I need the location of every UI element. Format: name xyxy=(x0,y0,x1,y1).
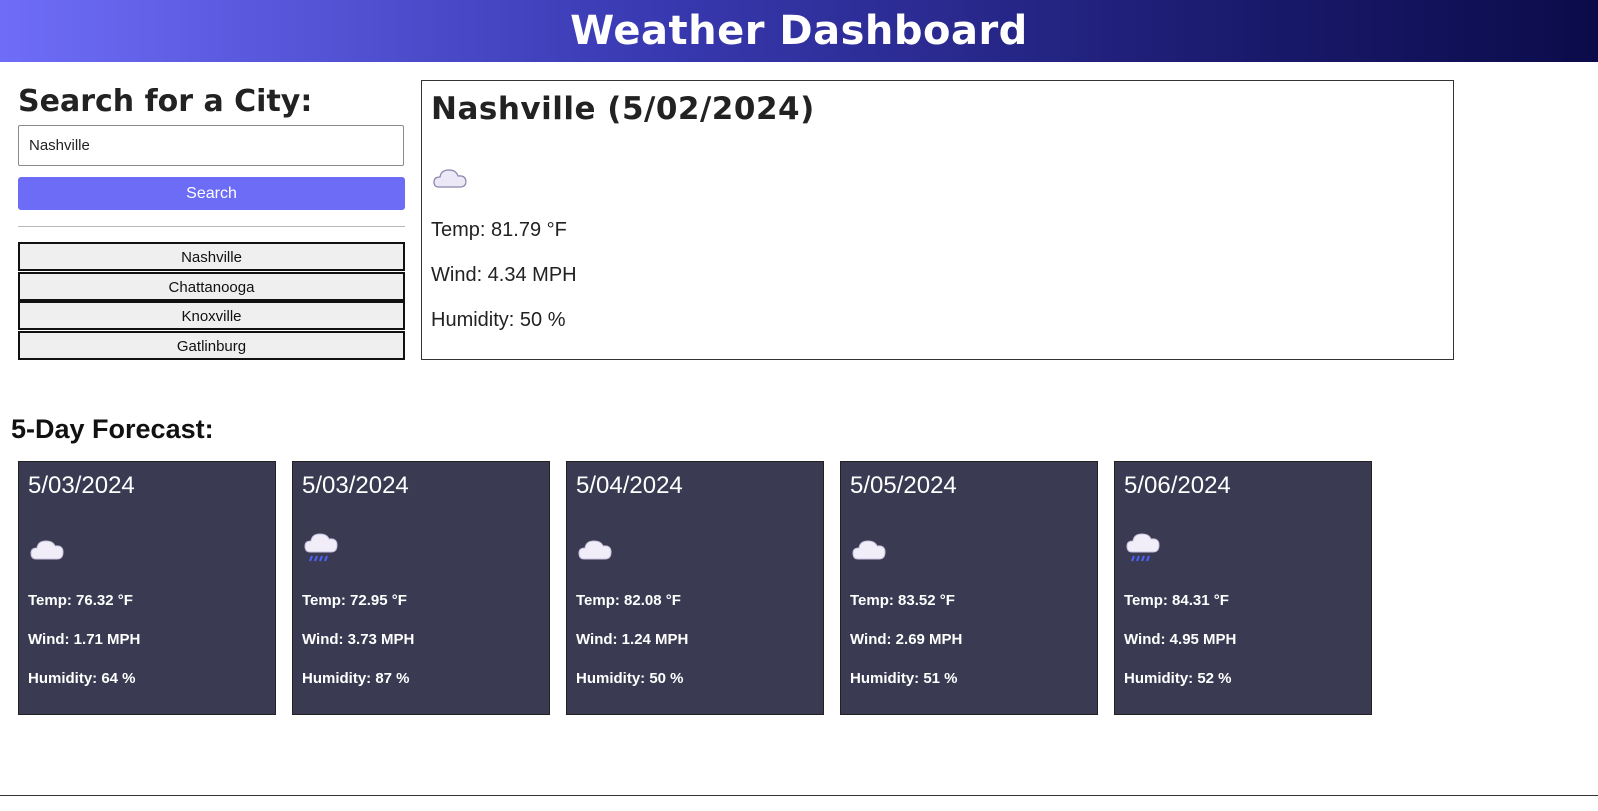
forecast-humidity: Humidity: 87 % xyxy=(302,670,410,687)
forecast-card: 5/06/2024 Temp: 84.31 °F Wind: 4.95 MPH … xyxy=(1114,461,1372,715)
divider xyxy=(18,226,405,227)
search-title: Search for a City: xyxy=(18,84,313,119)
forecast-date: 5/06/2024 xyxy=(1124,472,1231,499)
cloud-icon xyxy=(433,169,467,188)
forecast-card: 5/03/2024 Temp: 72.95 °F Wind: 3.73 MPH … xyxy=(292,461,550,715)
rain-cloud-icon xyxy=(304,533,338,562)
forecast-humidity: Humidity: 50 % xyxy=(576,670,684,687)
current-weather-panel: Nashville (5/02/2024) Temp: 81.79 °F Win… xyxy=(421,80,1454,360)
forecast-date: 5/03/2024 xyxy=(28,472,135,499)
app-header: Weather Dashboard xyxy=(0,0,1598,62)
forecast-date: 5/05/2024 xyxy=(850,472,957,499)
forecast-card: 5/03/2024 Temp: 76.32 °F Wind: 1.71 MPH … xyxy=(18,461,276,715)
city-search-input[interactable] xyxy=(18,125,404,166)
page-bottom-rule xyxy=(0,795,1598,796)
forecast-card: 5/05/2024 Temp: 83.52 °F Wind: 2.69 MPH … xyxy=(840,461,1098,715)
forecast-date: 5/03/2024 xyxy=(302,472,409,499)
forecast-temp: Temp: 72.95 °F xyxy=(302,592,407,609)
forecast-wind: Wind: 4.95 MPH xyxy=(1124,631,1237,648)
forecast-temp: Temp: 83.52 °F xyxy=(850,592,955,609)
forecast-card: 5/04/2024 Temp: 82.08 °F Wind: 1.24 MPH … xyxy=(566,461,824,715)
forecast-humidity: Humidity: 64 % xyxy=(28,670,136,687)
cloud-icon xyxy=(578,540,612,560)
forecast-date: 5/04/2024 xyxy=(576,472,683,499)
forecast-title: 5-Day Forecast: xyxy=(11,414,214,444)
cloud-icon xyxy=(30,540,64,560)
forecast-temp: Temp: 82.08 °F xyxy=(576,592,681,609)
forecast-temp: Temp: 76.32 °F xyxy=(28,592,133,609)
page-title: Weather Dashboard xyxy=(570,8,1028,54)
history-button-nashville[interactable]: Nashville xyxy=(18,242,405,271)
current-wind: Wind: 4.34 MPH xyxy=(431,264,577,286)
current-temp: Temp: 81.79 °F xyxy=(431,219,567,241)
history-button-knoxville[interactable]: Knoxville xyxy=(18,301,405,330)
current-city-heading: Nashville (5/02/2024) xyxy=(431,91,815,127)
forecast-wind: Wind: 2.69 MPH xyxy=(850,631,963,648)
forecast-wind: Wind: 1.24 MPH xyxy=(576,631,689,648)
forecast-wind: Wind: 1.71 MPH xyxy=(28,631,141,648)
search-history-list: Nashville Chattanooga Knoxville Gatlinbu… xyxy=(18,242,405,360)
search-button[interactable]: Search xyxy=(18,177,405,210)
forecast-humidity: Humidity: 52 % xyxy=(1124,670,1232,687)
history-button-gatlinburg[interactable]: Gatlinburg xyxy=(18,330,405,360)
rain-cloud-icon xyxy=(1126,533,1160,562)
forecast-temp: Temp: 84.31 °F xyxy=(1124,592,1229,609)
history-button-chattanooga[interactable]: Chattanooga xyxy=(18,271,405,301)
current-humidity: Humidity: 50 % xyxy=(431,309,566,331)
forecast-humidity: Humidity: 51 % xyxy=(850,670,958,687)
forecast-wind: Wind: 3.73 MPH xyxy=(302,631,415,648)
cloud-icon xyxy=(852,540,886,560)
